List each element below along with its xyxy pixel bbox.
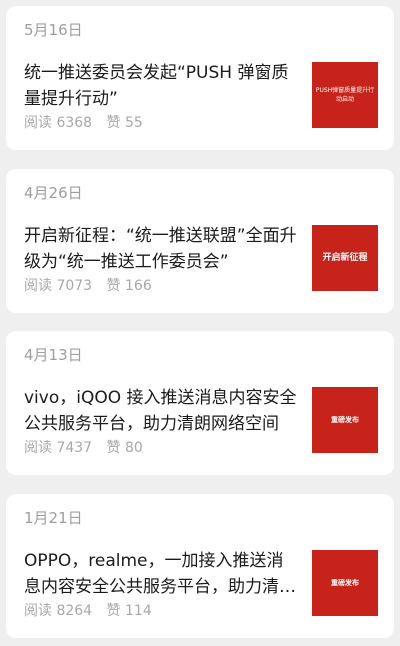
like-label: 赞 bbox=[106, 278, 121, 294]
article-card[interactable]: 5月16日 统一推送委员会发起“PUSH 弹窗质量提升行动” 阅读 6368 赞… bbox=[6, 6, 394, 150]
read-label: 阅读 bbox=[24, 603, 52, 619]
article-thumbnail[interactable]: PUSH弹窗质量提升行动启动 bbox=[312, 62, 378, 128]
article-list: 5月16日 统一推送委员会发起“PUSH 弹窗质量提升行动” 阅读 6368 赞… bbox=[0, 0, 400, 646]
article-title[interactable]: 开启新征程：“统一推送联盟”全面升级为“统一推送工作委员会” bbox=[24, 223, 300, 275]
read-count: 7437 bbox=[56, 440, 93, 456]
article-title[interactable]: 统一推送委员会发起“PUSH 弹窗质量提升行动” bbox=[24, 60, 300, 112]
article-thumbnail[interactable]: 重磅发布 bbox=[312, 387, 378, 453]
article-date: 1月21日 bbox=[24, 509, 83, 527]
read-label: 阅读 bbox=[24, 115, 52, 131]
article-card[interactable]: 4月13日 vivo，iQOO 接入推送消息内容安全公共服务平台，助力清朗网络空… bbox=[6, 331, 394, 475]
like-count: 166 bbox=[125, 278, 152, 294]
read-count: 7073 bbox=[56, 278, 93, 294]
like-label: 赞 bbox=[106, 115, 121, 131]
article-date: 5月16日 bbox=[24, 21, 83, 39]
read-label: 阅读 bbox=[24, 440, 52, 456]
article-thumbnail[interactable]: 开启新征程 bbox=[312, 225, 378, 291]
article-stats: 阅读 7073 赞 166 bbox=[24, 277, 152, 295]
article-stats: 阅读 7437 赞 80 bbox=[24, 439, 143, 457]
article-date: 4月13日 bbox=[24, 346, 83, 364]
article-stats: 阅读 8264 赞 114 bbox=[24, 602, 152, 620]
article-thumbnail[interactable]: 重磅发布 bbox=[312, 550, 378, 616]
read-label: 阅读 bbox=[24, 278, 52, 294]
read-count: 8264 bbox=[56, 603, 93, 619]
like-count: 80 bbox=[125, 440, 143, 456]
article-title[interactable]: OPPO，realme，一加接入推送消息内容安全公共服务平台，助力清朗网络空间 bbox=[24, 548, 300, 600]
article-stats: 阅读 6368 赞 55 bbox=[24, 114, 143, 132]
like-count: 55 bbox=[125, 115, 143, 131]
article-card[interactable]: 4月26日 开启新征程：“统一推送联盟”全面升级为“统一推送工作委员会” 阅读 … bbox=[6, 169, 394, 313]
article-card[interactable]: 1月21日 OPPO，realme，一加接入推送消息内容安全公共服务平台，助力清… bbox=[6, 494, 394, 638]
like-count: 114 bbox=[125, 603, 152, 619]
like-label: 赞 bbox=[106, 603, 121, 619]
like-label: 赞 bbox=[106, 440, 121, 456]
article-date: 4月26日 bbox=[24, 184, 83, 202]
read-count: 6368 bbox=[56, 115, 93, 131]
article-title[interactable]: vivo，iQOO 接入推送消息内容安全公共服务平台，助力清朗网络空间 bbox=[24, 385, 300, 437]
